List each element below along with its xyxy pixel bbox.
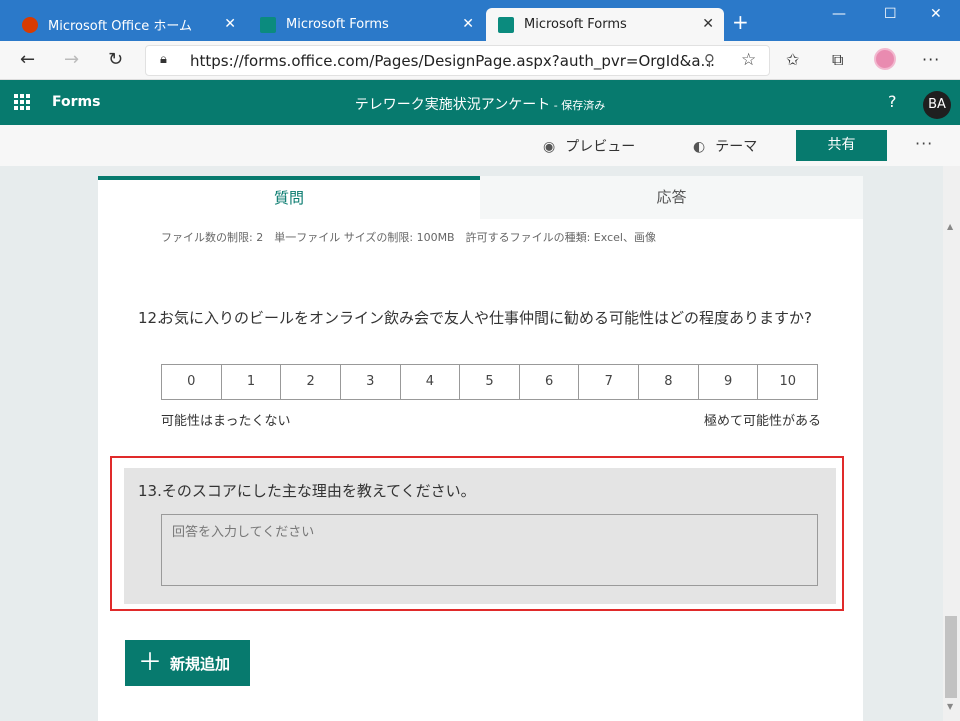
back-icon[interactable]: ← bbox=[20, 49, 35, 70]
form-title-text: テレワーク実施状況アンケート bbox=[354, 97, 551, 113]
forms-header: Forms テレワーク実施状況アンケート - 保存済み ? BA bbox=[0, 80, 960, 125]
browser-tab-office-home[interactable]: Microsoft Office ホーム ✕ bbox=[10, 8, 246, 41]
form-title: テレワーク実施状況アンケート - 保存済み bbox=[0, 94, 960, 114]
scale-option[interactable]: 10 bbox=[758, 365, 817, 399]
help-icon[interactable]: ? bbox=[888, 92, 897, 111]
forward-icon[interactable]: → bbox=[64, 49, 79, 70]
close-tab-icon[interactable]: ✕ bbox=[702, 16, 714, 32]
tab-label: Microsoft Office ホーム bbox=[48, 19, 192, 34]
tab-responses[interactable]: 応答 bbox=[480, 176, 863, 219]
command-bar: ◉ プレビュー ◐ テーマ 共有 ··· bbox=[0, 125, 960, 166]
scrollbar-thumb[interactable] bbox=[945, 616, 957, 698]
tab-label: Microsoft Forms bbox=[524, 17, 627, 32]
tab-label: Microsoft Forms bbox=[286, 17, 389, 32]
palette-icon: ◐ bbox=[693, 139, 706, 155]
scale-option[interactable]: 5 bbox=[460, 365, 520, 399]
address-bar: ← → ↻ 🔒︎ https://forms.office.com/Pages/… bbox=[0, 41, 960, 80]
question-13[interactable]: 13.そのスコアにした主な理由を教えてください。 回答を入力してください bbox=[124, 468, 836, 604]
scale-high-label: 極めて可能性がある bbox=[704, 414, 822, 429]
browser-tab-strip: Microsoft Office ホーム ✕ Microsoft Forms ✕… bbox=[0, 0, 960, 41]
add-new-label: 新規追加 bbox=[170, 655, 231, 673]
scroll-up-icon[interactable]: ▲ bbox=[947, 222, 953, 231]
favorites-icon[interactable]: ✩ bbox=[786, 50, 799, 69]
question-text: お気に入りのビールをオンライン飲み会で友人や仕事仲間に勧める可能性はどの程度あり… bbox=[159, 309, 812, 327]
forms-icon bbox=[260, 16, 276, 33]
more-options-icon[interactable]: ··· bbox=[915, 134, 933, 153]
collections-icon[interactable]: ⧉ bbox=[832, 50, 843, 70]
forms-icon bbox=[498, 16, 514, 33]
add-new-button[interactable]: ＋ 新規追加 bbox=[125, 640, 250, 686]
nps-scale: 0 1 2 3 4 5 6 7 8 9 10 bbox=[161, 364, 818, 400]
search-icon[interactable]: ⚲ bbox=[704, 51, 715, 69]
maximize-button[interactable]: ☐ bbox=[884, 6, 897, 22]
tab-questions[interactable]: 質問 bbox=[98, 176, 480, 219]
save-status: - 保存済み bbox=[550, 99, 606, 112]
form-design-canvas: 質問 応答 ファイル数の制限: 2 単一ファイル サイズの制限: 100MB 許… bbox=[0, 166, 943, 721]
office-icon bbox=[22, 16, 38, 33]
form-card: 質問 応答 ファイル数の制限: 2 単一ファイル サイズの制限: 100MB 許… bbox=[98, 176, 863, 721]
scale-option[interactable]: 3 bbox=[341, 365, 401, 399]
theme-button[interactable]: ◐ テーマ bbox=[693, 136, 757, 156]
scroll-down-icon[interactable]: ▼ bbox=[947, 702, 953, 711]
close-tab-icon[interactable]: ✕ bbox=[462, 16, 474, 32]
plus-icon: ＋ bbox=[138, 648, 162, 676]
profile-avatar[interactable] bbox=[874, 48, 896, 70]
close-window-button[interactable]: ✕ bbox=[930, 6, 942, 22]
browser-tab-forms-active[interactable]: Microsoft Forms ✕ bbox=[486, 8, 724, 41]
preview-label: プレビュー bbox=[565, 139, 636, 155]
user-avatar[interactable]: BA bbox=[923, 91, 951, 119]
url-input[interactable]: 🔒︎ https://forms.office.com/Pages/Design… bbox=[145, 45, 770, 76]
scale-option[interactable]: 2 bbox=[281, 365, 341, 399]
theme-label: テーマ bbox=[715, 139, 758, 155]
scale-option[interactable]: 1 bbox=[222, 365, 282, 399]
lock-icon[interactable]: 🔒︎ bbox=[160, 52, 167, 67]
refresh-icon[interactable]: ↻ bbox=[108, 49, 123, 70]
scale-option[interactable]: 7 bbox=[579, 365, 640, 399]
file-upload-limits: ファイル数の制限: 2 単一ファイル サイズの制限: 100MB 許可するファイ… bbox=[161, 231, 656, 244]
close-tab-icon[interactable]: ✕ bbox=[224, 16, 236, 32]
scale-option[interactable]: 6 bbox=[520, 365, 580, 399]
question-label: 13.そのスコアにした主な理由を教えてください。 bbox=[138, 480, 476, 501]
browser-menu-icon[interactable]: ··· bbox=[922, 50, 940, 69]
share-button[interactable]: 共有 bbox=[796, 130, 887, 161]
new-tab-button[interactable]: + bbox=[732, 10, 749, 34]
answer-input[interactable]: 回答を入力してください bbox=[161, 514, 818, 586]
question-text: そのスコアにした主な理由を教えてください。 bbox=[161, 482, 476, 500]
vertical-scrollbar[interactable]: ▲ ▼ bbox=[943, 166, 960, 721]
preview-button[interactable]: ◉ プレビュー bbox=[543, 136, 635, 156]
scale-option[interactable]: 9 bbox=[699, 365, 759, 399]
scale-option[interactable]: 8 bbox=[639, 365, 699, 399]
favorite-star-icon[interactable]: ☆ bbox=[741, 50, 756, 70]
scale-option[interactable]: 4 bbox=[401, 365, 461, 399]
scale-option[interactable]: 0 bbox=[162, 365, 222, 399]
url-text: https://forms.office.com/Pages/DesignPag… bbox=[190, 52, 715, 70]
question-number: 13. bbox=[138, 482, 162, 500]
design-tabs: 質問 応答 bbox=[98, 176, 863, 219]
minimize-button[interactable]: — bbox=[832, 6, 846, 22]
eye-icon: ◉ bbox=[543, 139, 556, 155]
scale-low-label: 可能性はまったくない bbox=[161, 414, 291, 429]
browser-tab-forms-1[interactable]: Microsoft Forms ✕ bbox=[248, 8, 484, 41]
answer-placeholder: 回答を入力してください bbox=[172, 525, 315, 540]
